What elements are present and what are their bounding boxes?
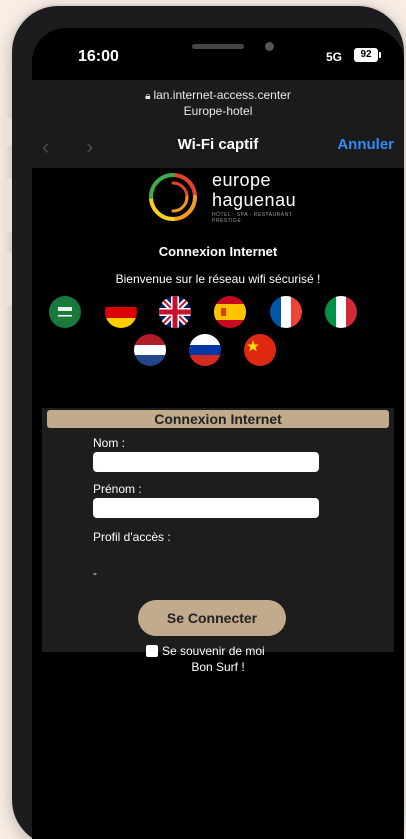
flag-dutch-icon[interactable] xyxy=(134,334,166,366)
flag-english-icon[interactable] xyxy=(159,296,191,328)
logo-line-1: europe xyxy=(212,170,272,190)
logo-tagline: HÔTEL · SPA · RESTAURANT · PRESTIGE xyxy=(212,212,297,224)
flag-arabic-icon[interactable] xyxy=(49,296,81,328)
login-panel-title: Connexion Internet xyxy=(47,410,389,428)
url-line: 🔒︎ lan.internet-access.center xyxy=(32,88,404,102)
url-subtitle: Europe-hotel xyxy=(183,104,253,118)
flag-french-icon[interactable] xyxy=(270,296,302,328)
camera-dot xyxy=(265,42,274,51)
login-panel: Connexion Internet Nom : Prénom : Profil… xyxy=(42,408,394,658)
cancel-button[interactable]: Annuler xyxy=(337,136,394,153)
side-button-mute xyxy=(2,118,12,146)
nav-bar: ‹ › Wi-Fi captif Annuler xyxy=(32,124,404,168)
battery-icon: 92 xyxy=(354,48,381,62)
prenom-label: Prénom : xyxy=(93,482,142,496)
flag-chinese-icon[interactable] xyxy=(244,334,276,366)
notch xyxy=(128,28,324,62)
url-text: lan.internet-access.center xyxy=(153,88,291,102)
profil-label: Profil d'accès : xyxy=(93,530,171,544)
welcome-text: Bienvenue sur le réseau wifi sécurisé ! xyxy=(115,272,321,286)
screen: 16:00 5G 92 🔒︎ lan.internet-access.center… xyxy=(32,28,404,839)
side-button-volume-up xyxy=(2,178,12,232)
connect-button[interactable]: Se Connecter xyxy=(138,600,286,636)
page-heading: Connexion Internet xyxy=(158,244,278,259)
logo-swirl-icon xyxy=(149,173,197,221)
side-button-volume-down xyxy=(2,252,12,306)
flag-spanish-icon[interactable] xyxy=(214,296,246,328)
prenom-field[interactable] xyxy=(93,498,319,518)
speaker-bar xyxy=(192,44,244,49)
footer-text: Bon Surf ! xyxy=(191,660,245,674)
network-indicator: 5G xyxy=(326,50,343,64)
lock-icon: 🔒︎ xyxy=(145,91,151,102)
logo-line-2: haguenau xyxy=(212,190,297,210)
remember-me-checkbox[interactable]: Se souvenir de moi xyxy=(146,644,265,658)
remember-me-label: Se souvenir de moi xyxy=(162,644,265,658)
profil-value: - xyxy=(93,566,97,580)
status-time: 16:00 xyxy=(78,48,119,65)
checkbox-icon[interactable] xyxy=(146,645,158,657)
phone-frame: 16:00 5G 92 🔒︎ lan.internet-access.center… xyxy=(12,6,404,839)
url-bar[interactable]: 🔒︎ lan.internet-access.center Europe-hote… xyxy=(32,80,404,124)
flag-russian-icon[interactable] xyxy=(189,334,221,366)
flag-italian-icon[interactable] xyxy=(325,296,357,328)
flag-german-icon[interactable] xyxy=(105,296,137,328)
nom-field[interactable] xyxy=(93,452,319,472)
nom-label: Nom : xyxy=(93,436,126,450)
hotel-logo: europe haguenau HÔTEL · SPA · RESTAURANT… xyxy=(146,170,306,224)
status-bar: 16:00 5G 92 xyxy=(32,28,404,76)
